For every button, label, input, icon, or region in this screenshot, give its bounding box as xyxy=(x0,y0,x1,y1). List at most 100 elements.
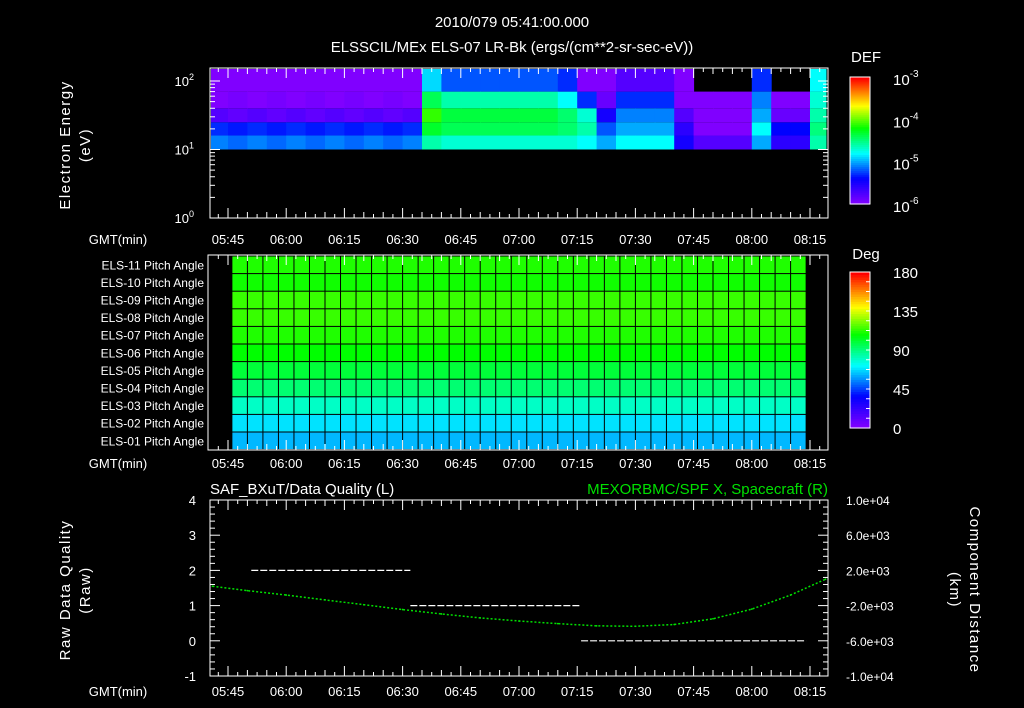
def-colorbar-tick-label: 10-3 xyxy=(893,69,919,89)
pitch-cell xyxy=(729,362,744,379)
pitch-cell xyxy=(527,309,542,326)
time-tick-labels: 05:45 06:00 06:15 06:30 06:45 07:00 07:15 07:30… xyxy=(212,684,827,699)
def-colorbar-tick-label: 10-5 xyxy=(893,154,919,174)
spectrogram-cell xyxy=(344,91,365,109)
pitch-cell xyxy=(372,344,387,362)
spectrogram-cell xyxy=(751,108,772,123)
spacecraft-x-point xyxy=(595,624,598,627)
time-tick-label: 07:30 xyxy=(619,232,652,247)
spectrogram-cell xyxy=(286,69,307,92)
pitch-cell xyxy=(527,397,542,414)
spacecraft-x-point xyxy=(556,622,559,625)
pitch-cell xyxy=(341,414,356,432)
pitch-cell xyxy=(465,379,480,397)
left-tick-label: -1 xyxy=(184,669,196,684)
pitch-cell xyxy=(465,362,480,379)
spectrogram-cell xyxy=(751,91,772,109)
spacecraft-x-line xyxy=(212,578,826,628)
spacecraft-x-point xyxy=(518,620,520,622)
pitch-cell xyxy=(713,362,729,379)
pitch-cell xyxy=(729,326,744,344)
spectrogram-cell xyxy=(654,135,675,150)
pitch-cell xyxy=(232,256,247,274)
pitch-cell xyxy=(651,397,666,414)
pitch-cell xyxy=(651,362,666,379)
spectrogram-cell xyxy=(228,69,248,92)
tick-exponent: -4 xyxy=(910,111,919,122)
spectrogram-cell xyxy=(674,69,695,92)
spectrogram-cell xyxy=(383,108,404,123)
pitch-cell xyxy=(527,326,542,344)
pitch-cell xyxy=(434,414,449,432)
pitch-cell xyxy=(697,414,713,432)
pitch-row-label: ELS-04 Pitch Angle xyxy=(101,382,205,396)
pitch-cell xyxy=(527,432,542,450)
pitch-cell xyxy=(403,362,418,379)
pitch-cell xyxy=(620,274,635,291)
pitch-cell xyxy=(387,397,403,414)
pitch-cell xyxy=(604,397,620,414)
pitch-cell xyxy=(651,432,666,450)
spectrogram-cell xyxy=(402,91,423,109)
pitch-cell xyxy=(573,309,589,326)
pitch-cell xyxy=(356,274,372,291)
time-tick-label: 06:15 xyxy=(328,232,361,247)
spectrogram-cell xyxy=(654,108,675,123)
spectrogram-cell xyxy=(247,91,268,109)
pitch-cell xyxy=(294,256,309,274)
pitch-cell xyxy=(247,414,263,432)
pitch-cell xyxy=(760,291,775,309)
pitch-cell xyxy=(775,274,791,291)
pitch-cell xyxy=(620,362,635,379)
pitch-cell xyxy=(604,362,620,379)
spectrogram-cell xyxy=(480,122,501,136)
spectrogram-cell xyxy=(557,122,578,136)
pitch-cell xyxy=(697,256,713,274)
right-tick-label: 6.0e+03 xyxy=(846,529,890,543)
pitch-cell xyxy=(387,379,403,397)
pitch-cell xyxy=(682,309,697,326)
spectrogram-cell xyxy=(441,135,462,150)
pitch-cell xyxy=(247,379,263,397)
tick-base: 10 xyxy=(893,114,910,131)
time-tick-label: 08:15 xyxy=(794,232,827,247)
pitch-cell xyxy=(480,344,496,362)
spectrogram-cell xyxy=(325,69,345,92)
pitch-cell xyxy=(403,309,418,326)
pitch-cell xyxy=(682,397,697,414)
pitch-cell xyxy=(403,344,418,362)
pitch-cell xyxy=(418,414,434,432)
tick-base: 10 xyxy=(893,72,910,89)
pitch-cell xyxy=(573,326,589,344)
pitch-cell xyxy=(589,362,604,379)
pitch-cell xyxy=(465,291,480,309)
pitch-cell xyxy=(775,397,791,414)
spectrogram-cell xyxy=(247,69,268,92)
pitch-row-label: ELS-05 Pitch Angle xyxy=(101,364,205,378)
pitch-cell xyxy=(465,256,480,274)
pitch-cell xyxy=(604,379,620,397)
pitch-cell xyxy=(341,291,356,309)
pitch-cell xyxy=(465,432,480,450)
pitch-cell xyxy=(573,291,589,309)
tick-base: 10 xyxy=(175,74,189,89)
energy-tick-label: 100 xyxy=(175,209,194,226)
spectrogram-cell xyxy=(402,122,423,136)
pitch-cell xyxy=(527,344,542,362)
pitch-cell xyxy=(341,344,356,362)
spectrogram-cell xyxy=(596,91,617,109)
pitch-cell xyxy=(294,362,309,379)
pitch-cell xyxy=(325,397,341,414)
time-tick-label: 05:45 xyxy=(212,232,245,247)
spectrogram-cell xyxy=(402,69,423,92)
spectrogram-cell xyxy=(732,91,753,109)
pitch-cell xyxy=(573,256,589,274)
spectrogram-cell xyxy=(266,91,287,109)
pitch-cell xyxy=(697,397,713,414)
pitch-cell xyxy=(309,414,325,432)
pitch-cell xyxy=(620,256,635,274)
spectrogram-cell xyxy=(228,108,248,123)
pitch-cell xyxy=(496,397,511,414)
pitch-cell xyxy=(760,344,775,362)
pitch-cell xyxy=(263,256,278,274)
